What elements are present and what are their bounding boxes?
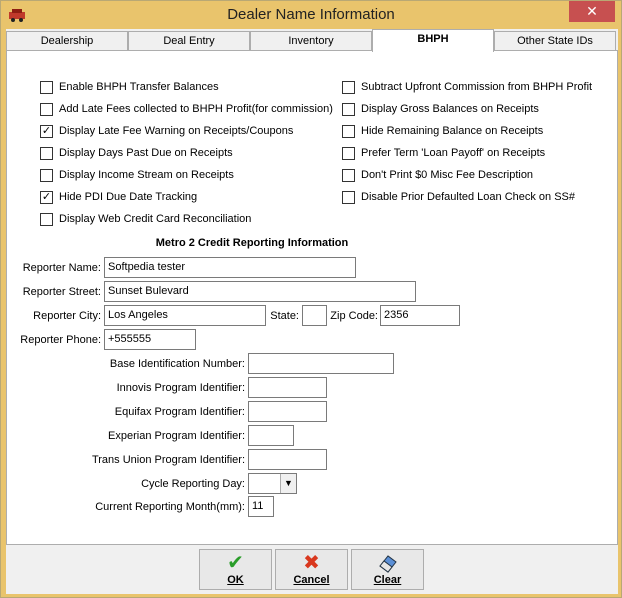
option-checkbox[interactable]: Hide Remaining Balance on Receipts xyxy=(342,123,543,139)
option-checkbox[interactable]: ✓ Hide PDI Due Date Tracking xyxy=(40,189,197,205)
clear-label: Clear xyxy=(373,574,402,586)
current-month-input[interactable]: 11 xyxy=(248,496,274,517)
option-label: Display Late Fee Warning on Receipts/Cou… xyxy=(59,125,294,137)
option-checkbox[interactable]: Display Web Credit Card Reconciliation xyxy=(40,211,251,227)
option-label: Display Days Past Due on Receipts xyxy=(59,147,233,159)
option-checkbox[interactable]: Add Late Fees collected to BHPH Profit(f… xyxy=(40,101,333,117)
cycle-day-label: Cycle Reporting Day: xyxy=(141,478,245,490)
cycle-day-dropdown[interactable]: ▼ xyxy=(248,473,297,494)
tab-strip: Dealership Deal Entry Inventory BHPH Oth… xyxy=(6,29,618,52)
checkbox-unchecked-icon[interactable] xyxy=(342,190,355,204)
equifax-input[interactable] xyxy=(248,401,327,422)
ok-label: OK xyxy=(227,574,244,586)
experian-label: Experian Program Identifier: xyxy=(108,430,245,442)
option-label: Enable BHPH Transfer Balances xyxy=(59,81,219,93)
reporter-phone-input[interactable]: +555555 xyxy=(104,329,196,350)
red-x-icon: ✖ xyxy=(303,552,320,574)
option-label: Hide Remaining Balance on Receipts xyxy=(361,125,544,137)
checkbox-unchecked-icon[interactable] xyxy=(40,80,53,94)
option-checkbox[interactable]: Don't Print $0 Misc Fee Description xyxy=(342,167,533,183)
checkbox-checked-icon[interactable]: ✓ xyxy=(40,190,53,204)
reporter-phone-label: Reporter Phone: xyxy=(20,334,101,346)
clear-button[interactable]: Clear xyxy=(351,549,424,590)
equifax-label: Equifax Program Identifier: xyxy=(114,406,245,418)
transunion-input[interactable] xyxy=(248,449,327,470)
option-label: Prefer Term 'Loan Payoff' on Receipts xyxy=(361,147,546,159)
checkbox-unchecked-icon[interactable] xyxy=(40,212,53,226)
checkbox-unchecked-icon[interactable] xyxy=(342,146,355,160)
experian-input[interactable] xyxy=(248,425,294,446)
innovis-label: Innovis Program Identifier: xyxy=(116,382,245,394)
title-bar: Dealer Name Information ✕ xyxy=(1,1,621,30)
eraser-icon xyxy=(378,555,397,573)
option-checkbox[interactable]: ✓ Display Late Fee Warning on Receipts/Co… xyxy=(40,123,293,139)
innovis-input[interactable] xyxy=(248,377,327,398)
tab-deal-entry[interactable]: Deal Entry xyxy=(128,31,250,51)
close-button[interactable]: ✕ xyxy=(569,1,615,22)
checkbox-unchecked-icon[interactable] xyxy=(342,124,355,138)
window-title: Dealer Name Information xyxy=(227,6,395,23)
option-label: Display Gross Balances on Receipts xyxy=(361,103,539,115)
option-label: Subtract Upfront Commission from BHPH Pr… xyxy=(361,81,593,93)
transunion-label: Trans Union Program Identifier: xyxy=(91,454,245,466)
reporter-city-label: Reporter City: xyxy=(33,310,101,322)
cancel-button[interactable]: ✖ Cancel xyxy=(275,549,348,590)
tab-inventory[interactable]: Inventory xyxy=(250,31,372,51)
option-label: Hide PDI Due Date Tracking xyxy=(59,191,198,203)
reporter-name-label: Reporter Name: xyxy=(22,262,101,274)
checkbox-unchecked-icon[interactable] xyxy=(40,168,53,182)
checkbox-checked-icon[interactable]: ✓ xyxy=(40,124,53,138)
cancel-label: Cancel xyxy=(293,574,330,586)
option-checkbox[interactable]: Display Income Stream on Receipts xyxy=(40,167,234,183)
option-checkbox[interactable]: Subtract Upfront Commission from BHPH Pr… xyxy=(342,79,592,95)
ok-button[interactable]: ✔ OK xyxy=(199,549,272,590)
reporter-street-input[interactable]: Sunset Bulevard xyxy=(104,281,416,302)
option-checkbox[interactable]: Prefer Term 'Loan Payoff' on Receipts xyxy=(342,145,545,161)
tab-bhph[interactable]: BHPH xyxy=(372,29,494,52)
bhph-panel: Enable BHPH Transfer Balances Add Late Fe… xyxy=(6,50,618,545)
checkbox-unchecked-icon[interactable] xyxy=(342,168,355,182)
checkbox-unchecked-icon[interactable] xyxy=(342,80,355,94)
zip-code-label: Zip Code: xyxy=(330,310,378,322)
chevron-down-icon[interactable]: ▼ xyxy=(280,474,296,493)
option-label: Disable Prior Defaulted Loan Check on SS… xyxy=(361,191,576,203)
zip-code-input[interactable]: 2356 xyxy=(380,305,460,326)
reporter-city-input[interactable]: Los Angeles xyxy=(104,305,266,326)
option-checkbox[interactable]: Display Gross Balances on Receipts xyxy=(342,101,539,117)
option-label: Display Web Credit Card Reconciliation xyxy=(59,213,252,225)
option-checkbox[interactable]: Display Days Past Due on Receipts xyxy=(40,145,233,161)
state-input[interactable] xyxy=(302,305,327,326)
option-checkbox[interactable]: Disable Prior Defaulted Loan Check on SS… xyxy=(342,189,575,205)
metro2-title: Metro 2 Credit Reporting Information xyxy=(155,237,349,249)
dealer-name-window: Dealer Name Information ✕ Dealership Dea… xyxy=(0,0,622,598)
reporter-name-input[interactable]: Softpedia tester xyxy=(104,257,356,278)
checkbox-unchecked-icon[interactable] xyxy=(40,146,53,160)
current-month-label: Current Reporting Month(mm): xyxy=(95,501,245,513)
checkbox-unchecked-icon[interactable] xyxy=(40,102,53,116)
option-label: Add Late Fees collected to BHPH Profit(f… xyxy=(59,103,333,115)
button-bar: ✔ OK ✖ Cancel Clear xyxy=(6,545,618,594)
checkbox-unchecked-icon[interactable] xyxy=(342,102,355,116)
base-id-input[interactable] xyxy=(248,353,394,374)
base-id-label: Base Identification Number: xyxy=(109,358,245,370)
option-label: Display Income Stream on Receipts xyxy=(59,169,234,181)
reporter-street-label: Reporter Street: xyxy=(22,286,101,298)
state-label: State: xyxy=(270,310,299,322)
tab-other-state-ids[interactable]: Other State IDs xyxy=(494,31,616,51)
tab-dealership[interactable]: Dealership xyxy=(6,31,128,51)
checkmark-icon: ✔ xyxy=(227,552,244,574)
client-area: Dealership Deal Entry Inventory BHPH Oth… xyxy=(6,29,618,594)
option-checkbox[interactable]: Enable BHPH Transfer Balances xyxy=(40,79,219,95)
option-label: Don't Print $0 Misc Fee Description xyxy=(361,169,534,181)
